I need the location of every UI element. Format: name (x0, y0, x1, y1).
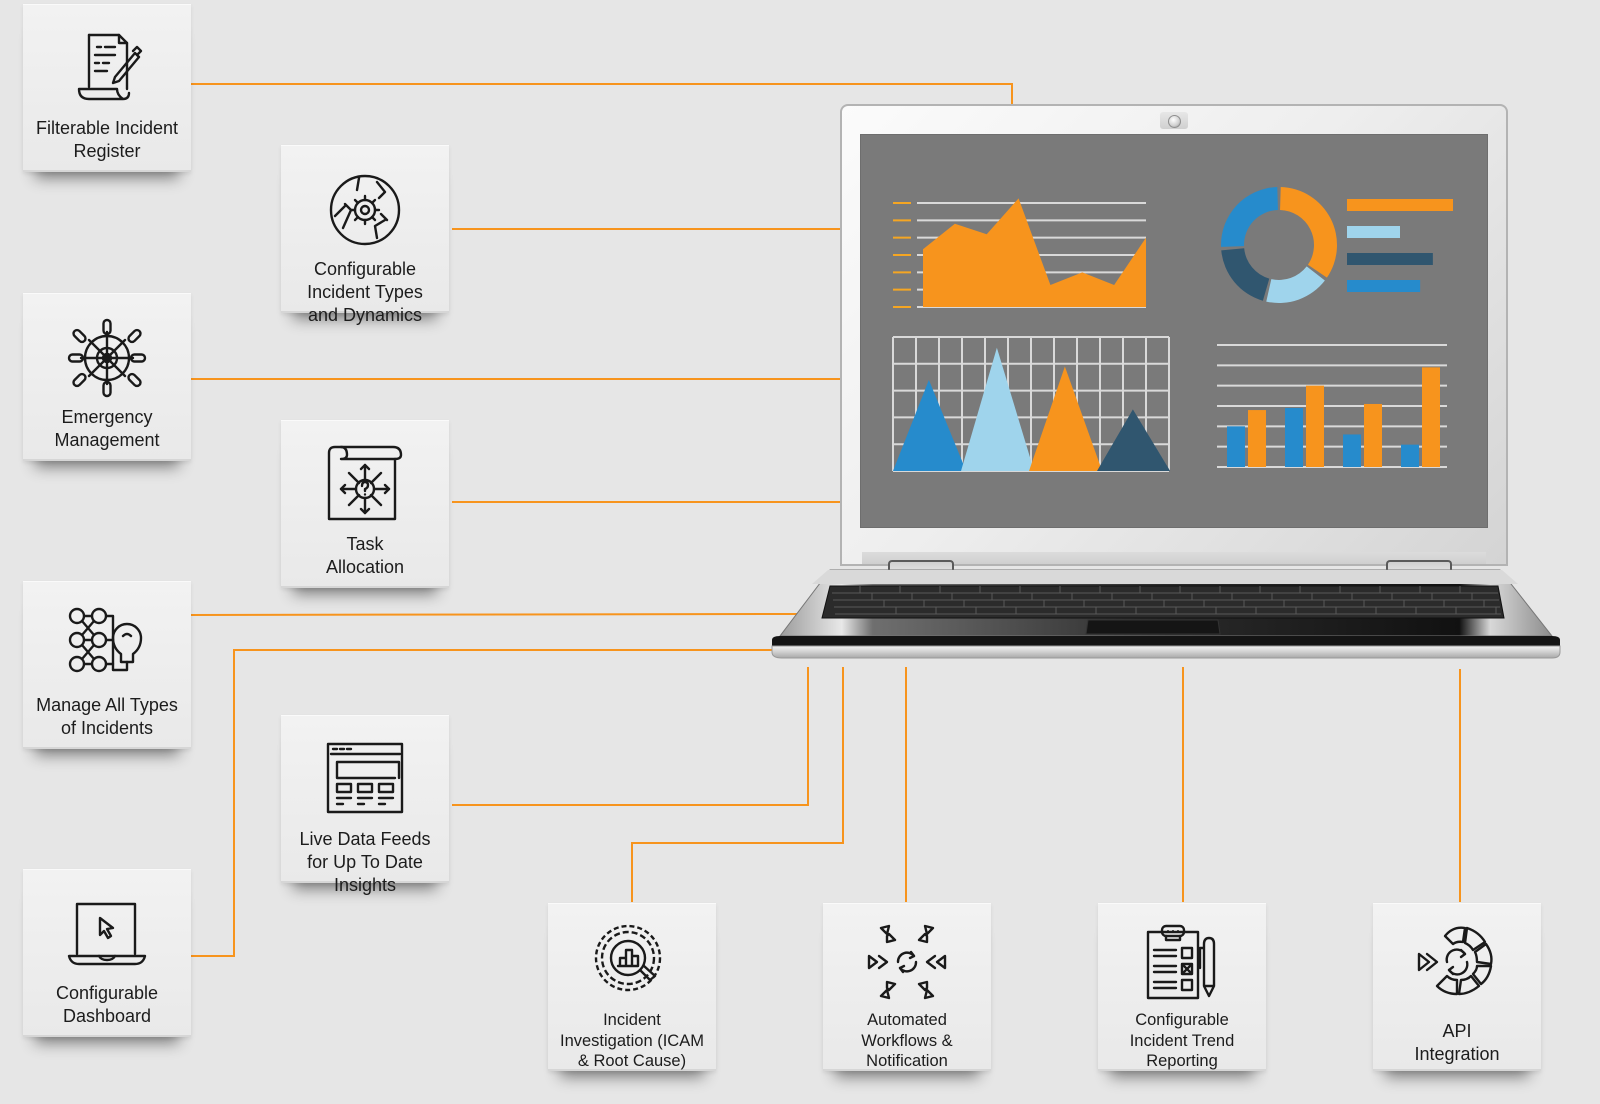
feature-card-live-data-feeds[interactable]: Live Data Feeds for Up To Date Insights (281, 715, 449, 895)
hbar (1347, 226, 1400, 238)
feature-label: Task Allocation (325, 534, 405, 577)
donut-slice (1221, 187, 1278, 247)
feature-label: Configurable Dashboard (55, 983, 159, 1026)
feature-card-automated-workflows[interactable]: Automated Workflows & Notification (823, 903, 991, 1071)
laptop-lid (840, 104, 1508, 572)
feature-card-api-integration[interactable]: API Integration (1373, 903, 1541, 1071)
dashboard-screen (860, 134, 1488, 528)
feature-label: Emergency Management (54, 407, 160, 450)
feature-card-incident-investigation[interactable]: Incident Investigation (ICAM & Root Caus… (548, 903, 716, 1071)
feature-card-configurable-dashboard[interactable]: Configurable Dashboard (23, 869, 191, 1037)
donut-slice (1266, 266, 1325, 303)
connector-manage-types (189, 613, 799, 616)
feature-label: Configurable Incident Trend Reporting (1129, 1011, 1235, 1070)
connector-investigation (631, 667, 844, 902)
laptop-base (770, 566, 1570, 662)
feature-label: Configurable Incident Types and Dynamics (307, 259, 423, 325)
gear-circle-icon (325, 170, 405, 250)
connector-live-feeds (452, 667, 809, 806)
feature-label: Live Data Feeds for Up To Date Insights (299, 829, 431, 895)
api-cycle-icon (1417, 922, 1497, 1002)
feature-label: Incident Investigation (ICAM & Root Caus… (560, 1011, 704, 1070)
arrows-cycle-icon (867, 922, 947, 1002)
feature-card-manage-all-types[interactable]: Manage All Types of Incidents (23, 581, 191, 749)
bar (1422, 367, 1440, 467)
feature-label: Manage All Types of Incidents (36, 695, 178, 738)
donut-slice (1280, 187, 1337, 278)
bar (1285, 408, 1303, 467)
hbar (1347, 199, 1453, 211)
bar (1227, 426, 1245, 467)
laptop-hub (770, 104, 1580, 674)
webcam-icon (1160, 112, 1188, 129)
feature-card-emergency-management[interactable]: Emergency Management (23, 293, 191, 461)
hbar (1347, 253, 1433, 265)
network-lightbulb-icon (67, 606, 147, 686)
clipboard-pencil-icon (1142, 922, 1222, 1002)
bar (1401, 444, 1419, 467)
feature-card-incident-trend-reporting[interactable]: Configurable Incident Trend Reporting (1098, 903, 1266, 1071)
feature-label: Automated Workflows & Notification (861, 1011, 953, 1070)
feature-card-task-allocation[interactable]: Task Allocation (281, 420, 449, 588)
bar (1343, 434, 1361, 467)
area-series (923, 198, 1146, 307)
triangle-peak (1029, 366, 1103, 471)
feature-card-configurable-incident-types[interactable]: Configurable Incident Types and Dynamics (281, 145, 449, 325)
laptop-cursor-icon (67, 894, 147, 974)
feature-card-filterable-incident-register[interactable]: Filterable Incident Register (23, 4, 191, 172)
trackpad (1085, 619, 1221, 635)
dashboard-charts (892, 187, 1453, 472)
magnifier-chart-icon (592, 922, 672, 1002)
scroll-arrows-question-icon (325, 445, 405, 525)
hbar (1347, 280, 1421, 292)
feature-diagram: Filterable Incident Register Emergency M… (0, 0, 1600, 1104)
browser-window-icon (325, 740, 405, 820)
bar (1364, 403, 1382, 467)
triangle-peak (1097, 409, 1171, 471)
donut-slice (1221, 248, 1270, 301)
feature-label: Filterable Incident Register (35, 118, 179, 161)
feature-label: API Integration (1414, 1021, 1500, 1064)
bar (1306, 385, 1324, 467)
ship-wheel-icon (67, 318, 147, 398)
document-pen-icon (67, 29, 147, 109)
triangle-peak (961, 347, 1035, 471)
bar (1248, 410, 1266, 467)
triangle-peak (893, 379, 967, 471)
connector-filterable-register (190, 83, 1013, 106)
